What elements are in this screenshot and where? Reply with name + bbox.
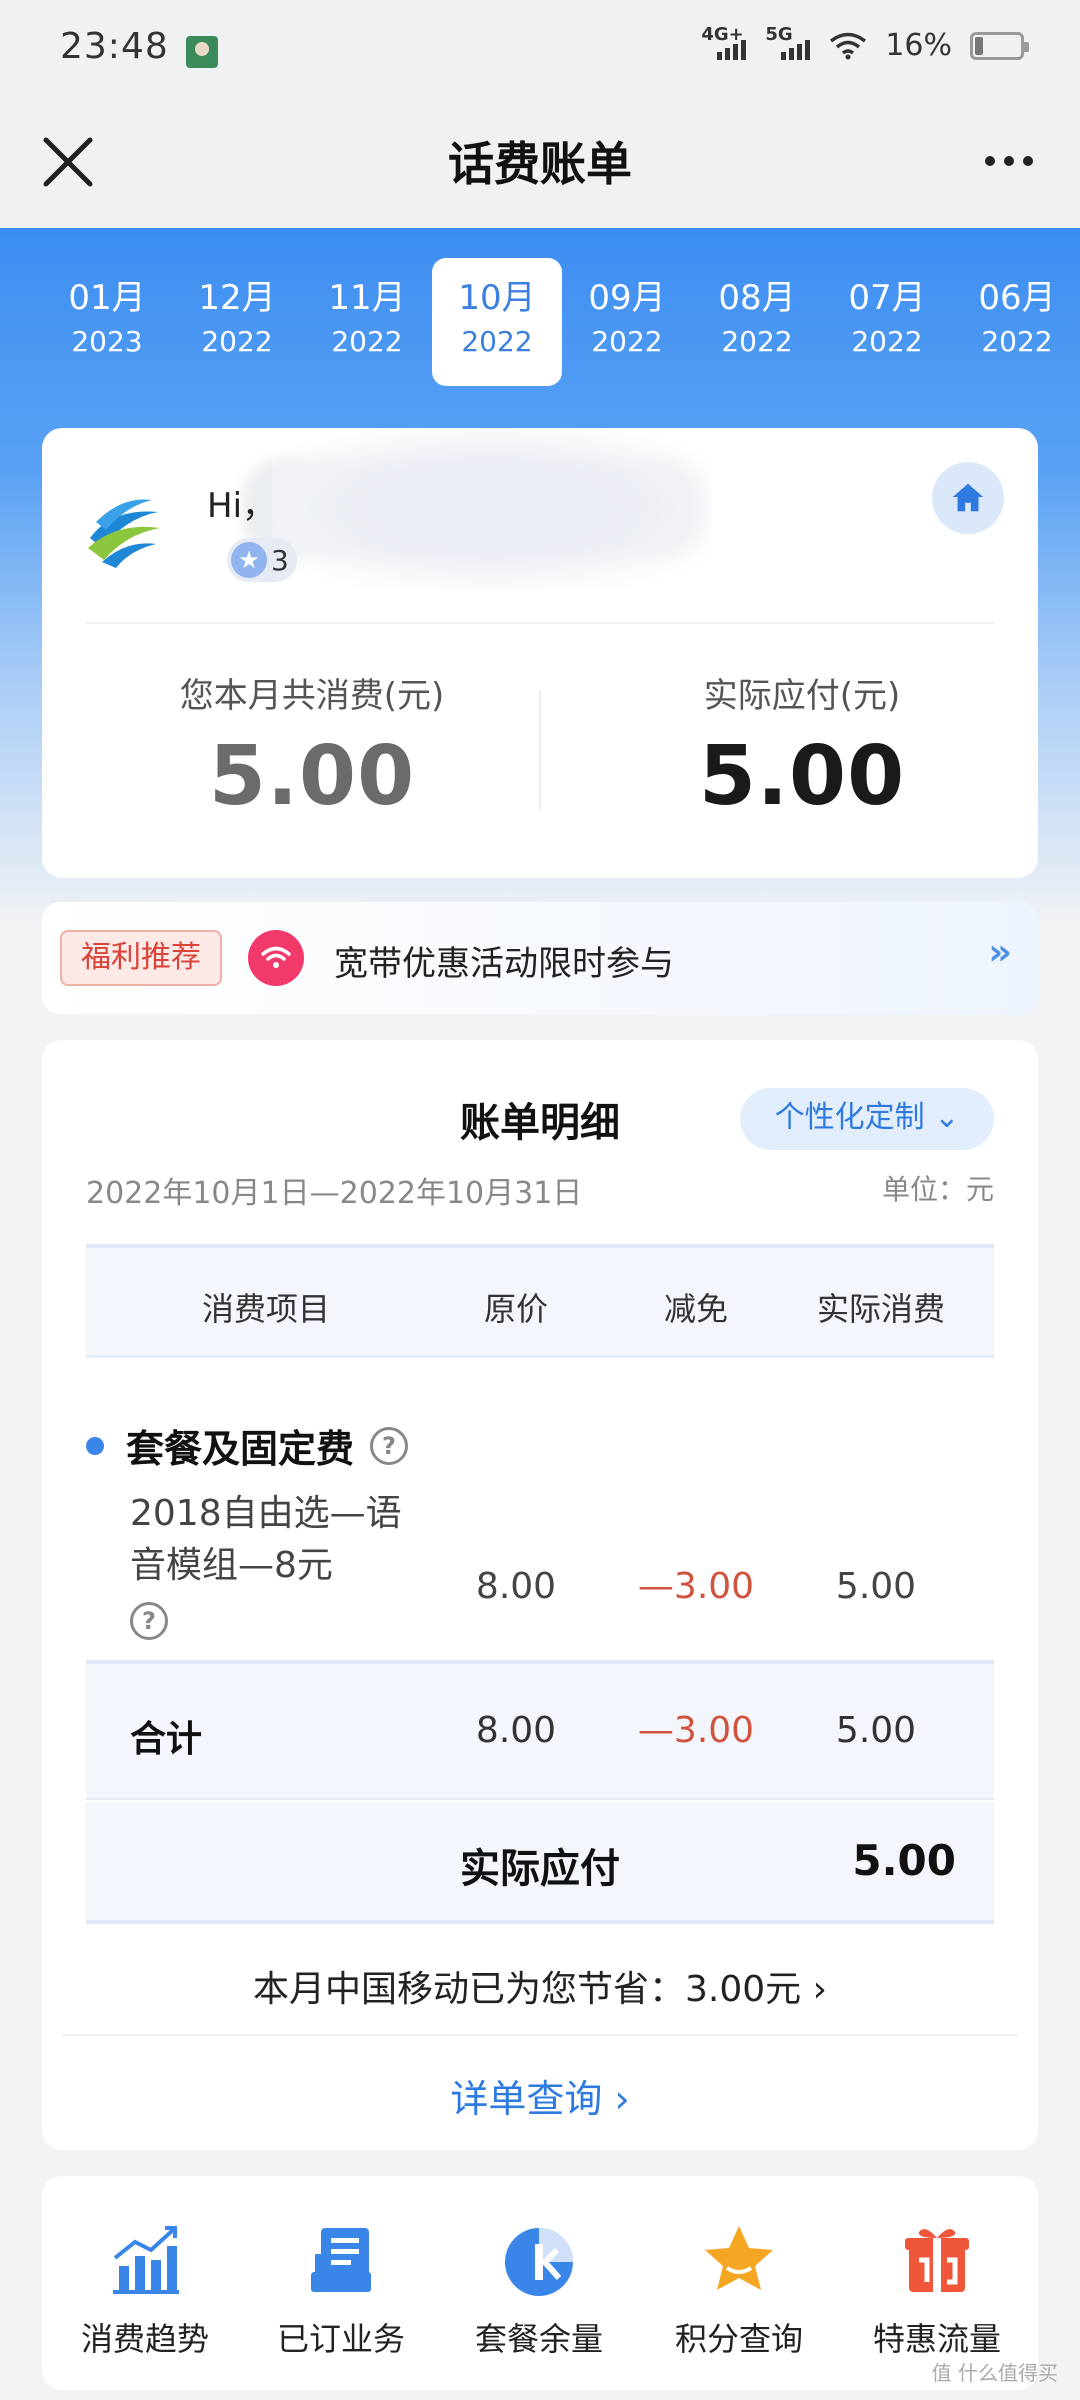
unit-label: 单位：元 — [881, 1173, 994, 1206]
detail-query-link[interactable]: 详单查询 › — [42, 2068, 1038, 2123]
shortcut-bar: 消费趋势 已订业务 套餐余量 积分查询 特惠流量 — [42, 2176, 1038, 2390]
total-spend-label: 您本月共消费(元) — [179, 676, 445, 716]
china-mobile-logo — [82, 488, 166, 572]
item-actual: 5.00 — [835, 1566, 917, 1607]
shortcut-trend[interactable]: 消费趋势 — [60, 2220, 230, 2360]
month-tabs: 01月 2023 12月 2022 11月 2022 10月 2022 09月 2022 … — [0, 228, 1080, 398]
total-actual: 5.00 — [835, 1710, 917, 1751]
bullet-dot-icon — [86, 1436, 104, 1455]
divider — [62, 2034, 1018, 2036]
item-original-price: 8.00 — [475, 1566, 557, 1607]
month-tab[interactable]: 08月 2022 — [692, 258, 822, 386]
col-item: 消费项目 — [201, 1290, 330, 1328]
wifi-icon — [829, 32, 867, 60]
double-chevron-right-icon: ›› — [988, 932, 1012, 973]
trend-chart-icon — [113, 2226, 179, 2294]
shortcut-points[interactable]: 积分查询 — [654, 2220, 824, 2360]
gift-data-icon — [905, 2229, 969, 2292]
total-row: 合计 8.00 —3.00 5.00 — [86, 1660, 994, 1800]
total-label: 合计 — [130, 1719, 203, 1760]
home-button[interactable] — [932, 462, 1004, 534]
payable-block: 实际应付(元) 5.00 — [572, 668, 1032, 824]
col-original: 原价 — [483, 1290, 548, 1328]
customize-button[interactable]: 个性化定制 ⌄ — [740, 1088, 994, 1150]
shortcut-subscribed[interactable]: 已订业务 — [256, 2220, 426, 2360]
watermark-logo: 值 什么值得买 — [931, 2361, 1058, 2385]
help-icon[interactable]: ? — [130, 1602, 168, 1640]
table-header: 消费项目 原价 减免 实际消费 — [86, 1244, 994, 1358]
col-actual: 实际消费 — [816, 1290, 945, 1328]
redacted-name-overlay — [272, 428, 712, 588]
payable-label: 实际应付(元) — [703, 676, 901, 716]
month-tab[interactable]: 06月 2022 — [952, 258, 1080, 386]
category-label: 套餐及固定费 — [126, 1427, 355, 1471]
shortcut-plan-remaining[interactable]: 套餐余量 — [454, 2220, 624, 2360]
item-name: 2018自由选—语音模组—8元 ? — [130, 1488, 430, 1644]
promo-tag: 福利推荐 — [60, 930, 222, 986]
help-icon[interactable]: ? — [370, 1426, 409, 1465]
promo-text: 宽带优惠活动限时参与 — [334, 944, 674, 984]
col-discount: 减免 — [663, 1290, 728, 1328]
level-star-icon: ★ — [231, 542, 267, 578]
account-summary-card: Hi， ★ 3 您本月共消费(元) 5.00 实际应付(元) 5.00 — [42, 428, 1038, 878]
home-icon — [952, 483, 984, 512]
total-discount: —3.00 — [637, 1710, 755, 1751]
payable-value: 5.00 — [698, 729, 906, 824]
month-tab[interactable]: 07月 2022 — [822, 258, 952, 386]
total-spend-block: 您本月共消费(元) 5.00 — [82, 668, 542, 824]
plan-remaining-icon — [505, 2228, 573, 2296]
total-original: 8.00 — [475, 1710, 557, 1751]
more-dot-icon — [985, 156, 995, 166]
billing-period: 2022年10月1日—2022年10月31日 — [86, 1176, 583, 1211]
savings-link[interactable]: 本月中国移动已为您节省：3.00元 › — [42, 1960, 1038, 2012]
points-star-icon — [705, 2226, 773, 2290]
signal-5g-icon: 5G — [765, 24, 811, 60]
vertical-divider — [539, 690, 541, 810]
month-tab[interactable]: 12月 2022 — [172, 258, 302, 386]
battery-icon — [970, 31, 1029, 60]
app-notification-icon — [186, 36, 218, 68]
month-tab[interactable]: 01月 2023 — [42, 258, 172, 386]
month-tab-selected[interactable]: 10月 2022 — [432, 258, 562, 386]
broadband-wifi-icon — [248, 930, 304, 986]
month-tab[interactable]: 11月 2022 — [302, 258, 432, 386]
payable-row: 实际应付 5.00 — [86, 1802, 994, 1924]
item-discount: —3.00 — [637, 1566, 755, 1607]
more-options-button[interactable] — [974, 136, 1044, 186]
member-level: 3 — [271, 544, 289, 577]
member-level-badge: ★ 3 — [227, 538, 297, 582]
bill-detail-card: 账单明细 个性化定制 ⌄ 2022年10月1日—2022年10月31日 单位：元… — [42, 1040, 1038, 2150]
signal-4g-icon: 4G+ — [701, 24, 747, 60]
subscribed-list-icon — [311, 2228, 371, 2292]
month-tab[interactable]: 09月 2022 — [562, 258, 692, 386]
shortcut-gift-data[interactable]: 特惠流量 — [852, 2220, 1022, 2360]
total-spend-value: 5.00 — [208, 729, 416, 824]
promo-banner[interactable]: 福利推荐 宽带优惠活动限时参与 ›› — [42, 902, 1038, 1014]
status-time: 23:48 — [60, 26, 169, 67]
title-bar: 话费账单 — [0, 100, 1080, 228]
payable-row-value: 5.00 — [852, 1836, 956, 1885]
page-title: 话费账单 — [448, 137, 632, 191]
divider — [86, 622, 994, 624]
category-heading: 套餐及固定费 ? — [86, 1418, 409, 1473]
status-indicators: 4G+ 5G 16% — [701, 24, 1029, 63]
greeting-text: Hi， — [207, 486, 277, 526]
status-bar: 23:48 4G+ 5G 16% — [0, 0, 1080, 100]
battery-percent: 16% — [885, 28, 952, 63]
